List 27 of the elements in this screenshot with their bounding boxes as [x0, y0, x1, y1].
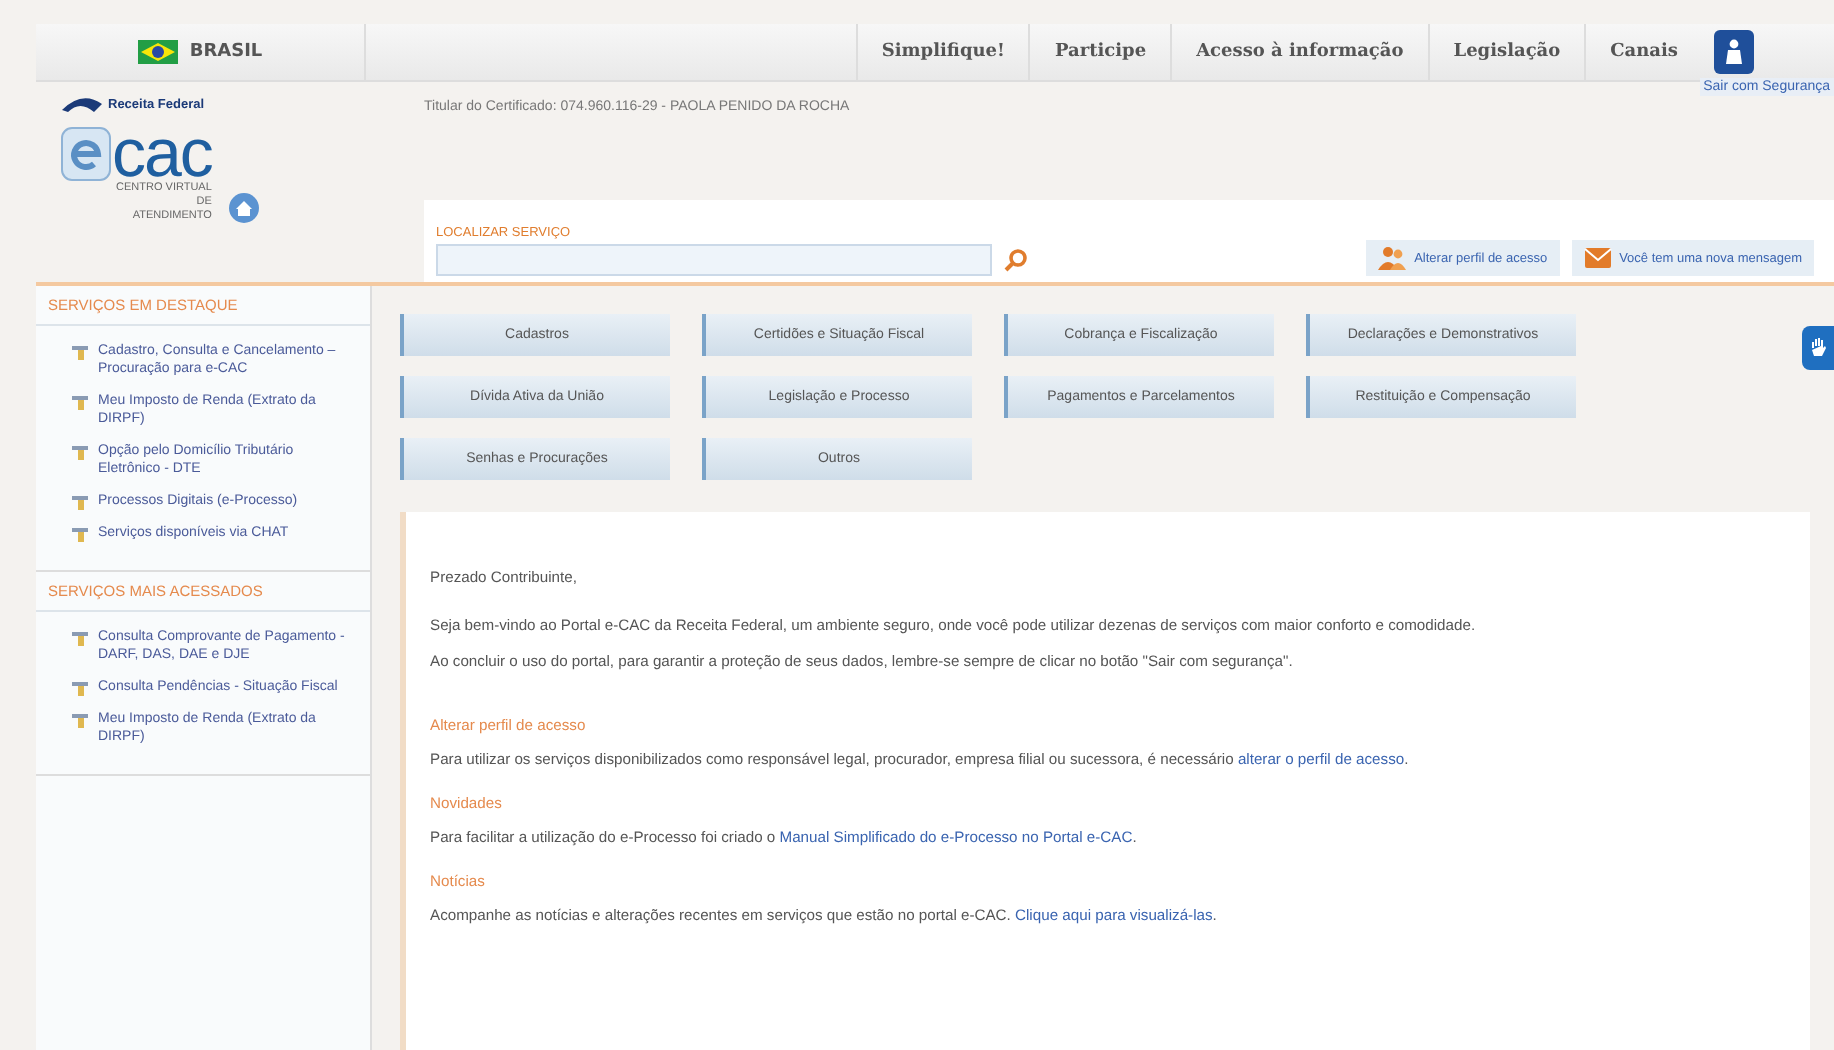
- receita-logo-icon: [60, 94, 104, 114]
- nav-link[interactable]: Participe: [1028, 24, 1171, 80]
- flag-icon: [137, 40, 178, 64]
- country-name: BRASIL: [189, 42, 263, 62]
- nav-link[interactable]: Acesso à informação: [1170, 24, 1428, 80]
- hand-icon: [1808, 336, 1828, 360]
- bullet-icon: [72, 344, 88, 360]
- search-field[interactable]: [436, 244, 992, 276]
- bullet-icon: [72, 494, 88, 510]
- bullet-icon: [72, 630, 88, 646]
- exit-button[interactable]: [1714, 30, 1754, 74]
- ecac-logo-text: cac: [112, 126, 212, 182]
- bullet-icon: [72, 444, 88, 460]
- accessibility-button[interactable]: [1802, 326, 1834, 370]
- search-icon[interactable]: [1004, 248, 1028, 272]
- envelope-icon: [1583, 246, 1612, 270]
- country-label[interactable]: BRASIL: [36, 24, 366, 80]
- bullet-icon: [72, 680, 88, 696]
- people-icon: [1378, 246, 1407, 270]
- nav-link[interactable]: Legislação: [1427, 24, 1585, 80]
- home-icon[interactable]: [227, 192, 260, 224]
- bullet-icon: [72, 526, 88, 542]
- bullet-icon: [72, 394, 88, 410]
- bullet-icon: [72, 712, 88, 728]
- ecac-e-icon: [60, 126, 112, 182]
- nav-link[interactable]: Simplifique!: [855, 24, 1029, 80]
- person-icon: [1722, 38, 1746, 66]
